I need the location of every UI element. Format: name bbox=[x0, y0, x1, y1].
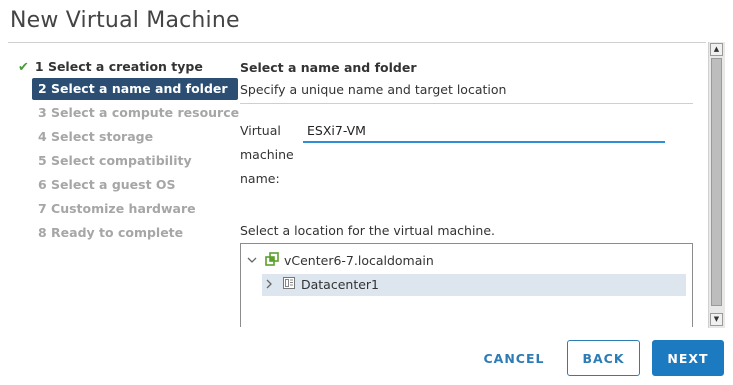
step-label: 8 Ready to complete bbox=[38, 225, 184, 240]
step-label: 2 Select a name and folder bbox=[38, 81, 228, 96]
vm-name-input[interactable] bbox=[303, 119, 665, 143]
step-2[interactable]: 2 Select a name and folder bbox=[32, 78, 238, 100]
step-6: 6 Select a guest OS bbox=[38, 174, 176, 196]
dialog-title: New Virtual Machine bbox=[10, 8, 240, 33]
datacenter-icon bbox=[282, 275, 296, 297]
step-label: 3 Select a compute resource bbox=[38, 105, 240, 120]
step-7: 7 Customize hardware bbox=[38, 198, 196, 220]
vm-name-label: Virtual machine name: bbox=[240, 123, 294, 186]
step-label: 7 Customize hardware bbox=[38, 201, 196, 216]
step-label: 5 Select compatibility bbox=[38, 153, 192, 168]
cancel-button[interactable]: CANCEL bbox=[470, 340, 558, 376]
chevron-down-icon[interactable] bbox=[247, 250, 261, 272]
check-icon: ✔ bbox=[18, 60, 29, 75]
next-button[interactable]: NEXT bbox=[652, 340, 724, 376]
scroll-thumb[interactable] bbox=[711, 58, 722, 306]
location-tree[interactable]: vCenter6-7.localdomain Datacenter1 bbox=[240, 243, 693, 327]
step-5: 5 Select compatibility bbox=[38, 150, 192, 172]
step-8: 8 Ready to complete bbox=[38, 222, 183, 244]
step-4: 4 Select storage bbox=[38, 126, 153, 148]
section-subheading: Specify a unique name and target locatio… bbox=[240, 82, 507, 97]
back-button[interactable]: BACK bbox=[567, 340, 640, 376]
tree-node-label: Datacenter1 bbox=[300, 277, 379, 292]
chevron-right-icon[interactable] bbox=[264, 274, 278, 296]
vertical-scrollbar[interactable]: ▲ ▼ bbox=[708, 42, 725, 328]
scroll-up-button[interactable]: ▲ bbox=[710, 43, 723, 56]
scroll-down-button[interactable]: ▼ bbox=[710, 313, 723, 326]
tree-node-vcenter[interactable]: vCenter6-7.localdomain bbox=[247, 250, 434, 272]
section-divider bbox=[240, 103, 693, 104]
step-label: 6 Select a guest OS bbox=[38, 177, 176, 192]
step-3: 3 Select a compute resource bbox=[38, 102, 239, 124]
step-1[interactable]: ✔ 1 Select a creation type bbox=[18, 56, 203, 78]
step-label: 1 Select a creation type bbox=[34, 59, 203, 74]
location-label: Select a location for the virtual machin… bbox=[240, 223, 496, 238]
step-label: 4 Select storage bbox=[38, 129, 154, 144]
section-heading: Select a name and folder bbox=[240, 60, 417, 75]
tree-node-label: vCenter6-7.localdomain bbox=[283, 253, 434, 268]
tree-node-datacenter[interactable]: Datacenter1 bbox=[262, 274, 686, 296]
title-divider bbox=[8, 42, 706, 43]
vcenter-icon bbox=[265, 251, 279, 273]
